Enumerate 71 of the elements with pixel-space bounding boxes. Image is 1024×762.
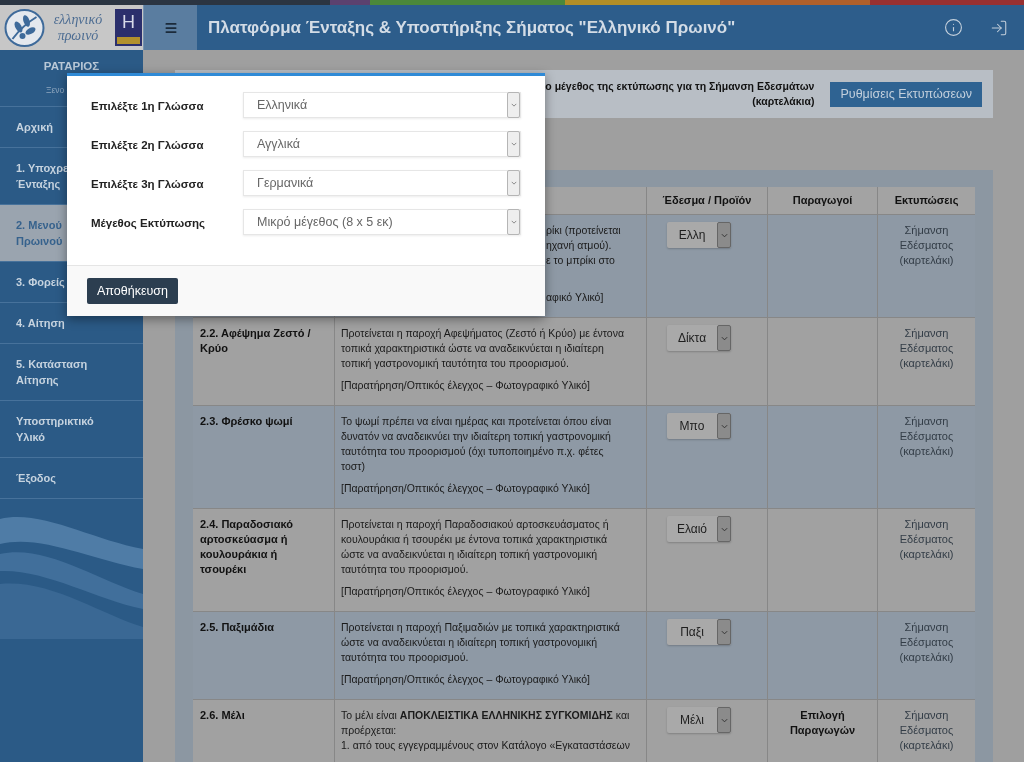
sidebar-item[interactable]: 4. Αίτηση <box>16 315 65 331</box>
caret-icon[interactable] <box>717 707 731 733</box>
sidebar-item[interactable]: Υποστηρικτικό Υλικό <box>16 413 94 445</box>
caret-icon[interactable] <box>507 209 520 235</box>
menu-button[interactable] <box>143 5 197 50</box>
sidebar-item[interactable]: Έξοδος <box>16 470 56 486</box>
item-title: 2.3. Φρέσκο ψωμί <box>200 414 294 429</box>
olive-branch-logo-icon <box>4 8 45 47</box>
item-title: 2.6. Μέλι <box>200 708 246 723</box>
description-text: Το ψωμί πρέπει να είναι ημέρας και προτείνεται όπου είναι δυνατόν να αναδεικνύει την ιδιαίτερη τοπική γαστρονομική ταυτότητα του προορισμού (όχι τυποποιημένο π.χ. φέτες τοστ) <box>341 414 613 474</box>
sidebar-item[interactable]: 5. Κατάσταση Αίτησης <box>16 356 88 388</box>
item-title: 2.2. Αφέψημα Ζεστό / Κρύο <box>200 326 312 356</box>
info-text: ο μέγεθος της εκτύπωσης για τη Σήμανση Εδεσμάτων (καρτελάκια) <box>545 79 815 109</box>
sidebar-item[interactable]: 2. Μενού Πρωινού <box>16 217 63 249</box>
note-text: [Παρατήρηση/Οπτικός έλεγχος – Φωτογραφικό Υλικό] <box>341 672 591 687</box>
caret-icon[interactable] <box>507 131 520 157</box>
sign-in-icon[interactable] <box>990 18 1008 37</box>
product-select[interactable]: Μπο <box>667 413 731 439</box>
note-text: [Παρατήρηση/Οπτικός έλεγχος – Φωτογραφικό Υλικό] <box>341 481 591 496</box>
caret-icon[interactable] <box>717 619 731 645</box>
dropdown-field[interactable]: Γερμανικά <box>243 170 521 196</box>
menu-icon <box>163 20 178 35</box>
field-label: Μέγεθος Εκτύπωσης <box>91 217 206 229</box>
caret-icon[interactable] <box>507 92 520 118</box>
sidebar-item[interactable]: Αρχική <box>16 119 53 135</box>
column-header: Παραγωγοί <box>768 187 878 214</box>
caret-icon[interactable] <box>717 222 731 248</box>
note-text: [Παρατήρηση/Οπτικός έλεγχος – Φωτογραφικό Υλικό] <box>341 584 591 599</box>
caret-icon[interactable] <box>717 413 731 439</box>
dropdown-field[interactable]: Ελληνικά <box>243 92 521 118</box>
description-text: Προτείνεται η παροχή Παραδοσιακού αρτοσκευάσματος ή κουλουράκια ή τσουρέκι με έντονα τοπικά χαρακτηριστικά ώστε να αναδεικνύεται η ιδιαίτερη τοπική γαστρονομική ταυτότητα του προορισμού. <box>341 517 610 577</box>
description-text: Προτείνεται η παροχή Παξιμαδιών με τοπικά χαρακτηριστικά ώστε να αναδεικνύεται η ιδιαίτερη τοπική γαστρονομική ταυτότητα του προορισμού. <box>341 620 621 665</box>
note-text: [Παρατήρηση/Οπτικός έλεγχος – Φωτογραφικό Υλικό] <box>341 378 591 393</box>
field-label: Επιλέξτε 1η Γλώσσα <box>91 100 204 112</box>
column-header: Εκτυπώσεις <box>893 193 960 209</box>
print-label-link[interactable]: Σήμανση Εδέσματος (καρτελάκι) <box>899 414 954 459</box>
description-text: Το μέλι είναι ΑΠΟΚΛΕΙΣΤΙΚΑ ΕΛΛΗΝΙΚΗΣ ΣΥΓΚΟΜΙΔΗΣ και προέρχεται: 1. από τους εγγεγραμμένους στον Κατάλογο «Εγκαταστάσεων <box>341 708 631 753</box>
product-select[interactable]: Ελαιό <box>667 516 731 542</box>
print-label-link[interactable]: Σήμανση Εδέσματος (καρτελάκι) <box>899 223 954 268</box>
user-name: ΡΑΤΑΡΙΟΣ <box>42 59 101 73</box>
print-label-link[interactable]: Σήμανση Εδέσματος (καρτελάκι) <box>899 517 954 562</box>
item-title: 2.4. Παραδοσιακό αρτοσκεύασμα ή κουλουράκια ή τσουρέκι <box>200 517 294 577</box>
print-settings-button[interactable]: Ρυθμίσεις Εκτυπώσεων <box>830 81 982 107</box>
dropdown-field[interactable]: Μικρό μέγεθος (8 x 5 εκ) <box>243 209 521 235</box>
dropdown-field[interactable]: Αγγλικά <box>243 131 521 157</box>
hotel-badge: H <box>115 9 142 46</box>
caret-icon[interactable] <box>717 516 731 542</box>
producers-link[interactable]: Επιλογή Παραγωγών <box>789 708 856 738</box>
product-select[interactable]: Παξι <box>667 619 731 645</box>
logo-text: ελληνικό πρωινό <box>52 11 104 44</box>
item-title: 2.5. Παξιμάδια <box>200 620 276 635</box>
caret-icon[interactable] <box>717 325 731 351</box>
column-header: Έδεσμα / Προϊόν <box>647 187 768 214</box>
field-label: Επιλέξτε 3η Γλώσσα <box>91 178 204 190</box>
caret-icon[interactable] <box>507 170 520 196</box>
save-button[interactable]: Αποθήκευση <box>87 278 178 304</box>
sidebar-item[interactable]: 3. Φορείς <box>16 274 65 290</box>
info-icon[interactable] <box>944 18 963 37</box>
user-subtitle: Ξενο <box>46 85 65 95</box>
print-label-link[interactable]: Σήμανση Εδέσματος (καρτελάκι) <box>899 620 954 665</box>
product-select[interactable]: Μέλι <box>667 707 731 733</box>
description-text: ρίκι (προτείνεται ηχανή ατμού). ε το μπρίκι στο <box>546 223 622 268</box>
product-select[interactable]: Δίκτα <box>667 325 731 351</box>
page-title: Πλατφόρμα Ένταξης & Υποστήριξης Σήματος "Ελληνικό Πρωινό" <box>208 16 736 39</box>
field-label: Επιλέξτε 2η Γλώσσα <box>91 139 204 151</box>
print-label-link[interactable]: Σήμανση Εδέσματος (καρτελάκι) <box>899 326 954 371</box>
print-label-link[interactable]: Σήμανση Εδέσματος (καρτελάκι) <box>899 708 954 753</box>
note-text: αφικό Υλικό] <box>546 290 605 305</box>
description-text: Προτείνεται η παροχή Αφεψήματος (Ζεστό ή Κρύο) με έντονα τοπικά χαρακτηριστικά ώστε να αναδεικνύεται η ιδιαίτερη τοπική γαστρονομική ταυτότητα του προορισμού. <box>341 326 625 371</box>
product-select[interactable]: Ελλη <box>667 222 731 248</box>
sidebar-item[interactable]: 1. Υποχρε Ένταξης <box>16 160 69 192</box>
